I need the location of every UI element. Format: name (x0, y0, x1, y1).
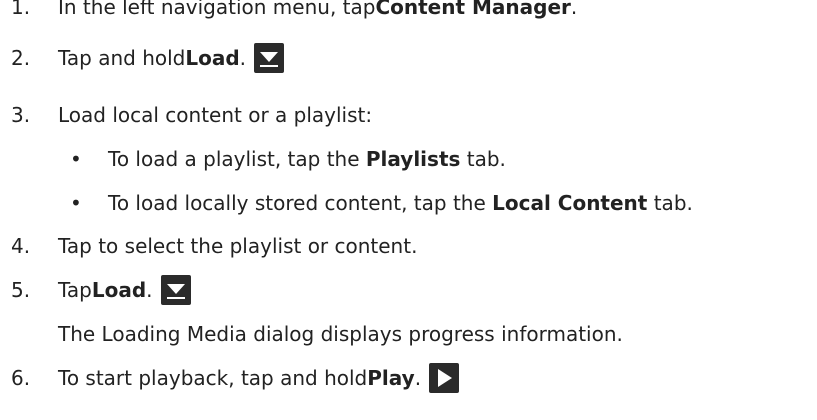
load-icon (160, 275, 191, 305)
substep-text-post: tab. (647, 191, 693, 215)
bullet-icon: • (70, 147, 82, 171)
step-text-post: . (239, 46, 247, 70)
substep-text-pre: To load a playlist, tap the (108, 147, 366, 171)
substep-text: To load locally stored content, tap the … (108, 191, 693, 215)
substep-text: To load a playlist, tap the Playlists ta… (108, 147, 506, 171)
step-number: 4. (11, 234, 31, 258)
step-text: Load local content or a playlist: (58, 103, 373, 127)
step-text: In the left navigation menu, tap Content… (58, 0, 577, 19)
step-text: To start playback, tap and hold Play . (58, 363, 460, 393)
step-text-pre: To start playback, tap and hold (58, 366, 368, 390)
load-icon (254, 43, 285, 73)
step-text-bold: Content Manager (375, 0, 571, 19)
substep-text-post: tab. (460, 147, 506, 171)
step-note: The Loading Media dialog displays progre… (58, 322, 623, 346)
substep-text-bold: Playlists (365, 147, 461, 171)
step-number: 1. (11, 0, 31, 19)
step-text: Tap and hold Load . (58, 43, 285, 73)
step-text-pre: In the left navigation menu, tap (58, 0, 376, 19)
step-number: 5. (11, 278, 31, 302)
step-text: Tap Load . (58, 275, 191, 305)
substep-text-pre: To load locally stored content, tap the (108, 191, 493, 215)
step-text-pre: Tap (58, 278, 92, 302)
step-text-post: . (146, 278, 153, 302)
step-text-post: . (414, 366, 422, 390)
step-text-post: . (570, 0, 578, 19)
step-number: 2. (11, 46, 31, 70)
step-text-pre: Tap and hold (58, 46, 186, 70)
step-number: 6. (11, 366, 31, 390)
step-number: 3. (11, 103, 31, 127)
bullet-icon: • (70, 191, 82, 215)
step-text-bold: Play (367, 366, 415, 390)
substep-text-bold: Local Content (492, 191, 648, 215)
play-icon (429, 363, 460, 393)
step-text-bold: Load (185, 46, 240, 70)
step-text: Tap to select the playlist or content. (58, 234, 418, 258)
step-text-bold: Load (91, 278, 147, 302)
